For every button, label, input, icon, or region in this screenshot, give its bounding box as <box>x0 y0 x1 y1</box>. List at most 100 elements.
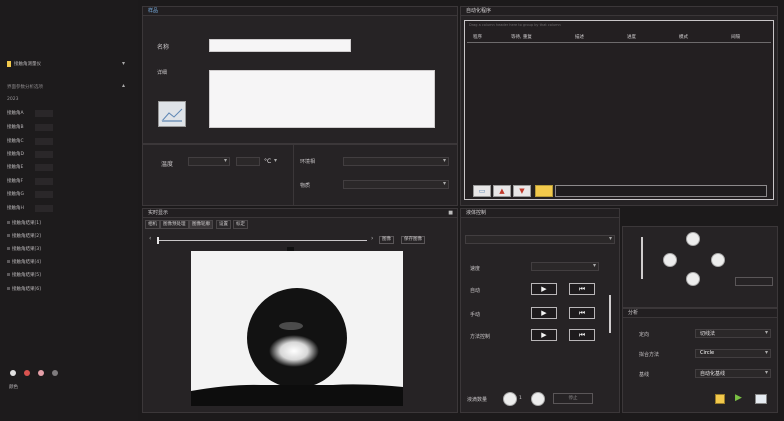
chevron-right-icon[interactable]: › <box>371 235 373 242</box>
zoom-slider[interactable] <box>641 237 643 279</box>
volume-slider[interactable] <box>609 295 611 333</box>
result-checkbox[interactable] <box>7 273 10 276</box>
result-row[interactable]: 接触角结果[6] <box>7 286 49 294</box>
move-up-button[interactable] <box>686 232 700 246</box>
capture-button[interactable]: 图像 <box>379 236 394 244</box>
up-arrow-icon[interactable]: ▲ <box>493 185 511 197</box>
result-checkbox[interactable] <box>7 287 10 290</box>
result-row[interactable]: 接触角结果[3] <box>7 246 49 254</box>
control-row-label: 方法控制 <box>470 334 491 340</box>
param-row[interactable]: 接触角G <box>7 191 53 199</box>
move-right-button[interactable] <box>711 253 725 267</box>
slider-handle[interactable] <box>157 237 159 244</box>
col-wait-repeat[interactable]: 等待, 重复 <box>511 34 532 40</box>
col-progress[interactable]: 进度 <box>627 34 636 40</box>
fit-select[interactable]: Circle <box>695 349 771 358</box>
result-checkbox[interactable] <box>7 247 10 250</box>
param-value-field[interactable] <box>35 191 53 198</box>
automation-header: 自动化程序 <box>461 7 777 16</box>
result-checkbox[interactable] <box>7 260 10 263</box>
move-down-button[interactable] <box>686 272 700 286</box>
param-value-field[interactable] <box>35 124 53 131</box>
chevron-up-icon[interactable]: ▴ <box>122 82 125 89</box>
param-row[interactable]: 接触角D <box>7 151 53 159</box>
program-name-field[interactable] <box>555 185 767 197</box>
yellow-action-icon[interactable] <box>715 394 725 404</box>
control-row-label: 速度 <box>470 266 481 272</box>
environment-phase-select[interactable] <box>343 157 449 166</box>
folder-icon[interactable] <box>535 185 553 197</box>
play-icon[interactable]: ▶ <box>531 329 557 341</box>
result-checkbox[interactable] <box>7 221 10 224</box>
color-dot-red[interactable] <box>24 370 30 376</box>
chevron-down-icon[interactable]: ▾ <box>122 60 125 67</box>
monitor-icon[interactable]: ▭ <box>473 185 491 197</box>
param-row[interactable]: 接触角F <box>7 178 53 186</box>
chevron-down-icon[interactable]: ▾ <box>274 157 277 164</box>
sample-image-icon[interactable] <box>158 101 186 127</box>
speed-select[interactable] <box>531 262 599 271</box>
param-row[interactable]: 接触角E <box>7 164 53 172</box>
skip-back-icon[interactable]: ⏮ <box>569 307 595 319</box>
position-field[interactable] <box>735 277 773 286</box>
tab-camera[interactable]: 相机 <box>145 220 160 229</box>
result-checkbox[interactable] <box>7 234 10 237</box>
play-icon[interactable]: ▶ <box>531 283 557 295</box>
droplet-image[interactable] <box>191 251 403 406</box>
close-icon[interactable]: ■ <box>448 210 453 216</box>
down-arrow-icon[interactable]: ▼ <box>513 185 531 197</box>
param-row[interactable]: 接触角H <box>7 205 53 213</box>
param-row[interactable]: 接触角B <box>7 124 53 132</box>
param-row[interactable]: 接触角A <box>7 110 53 118</box>
param-value-field[interactable] <box>35 205 53 212</box>
description-input[interactable] <box>209 70 435 128</box>
timeline-slider[interactable] <box>157 237 367 244</box>
tab-settings[interactable]: 设置 <box>216 220 231 229</box>
skip-back-icon[interactable]: ⏮ <box>569 329 595 341</box>
stop-button[interactable]: 停止 <box>553 393 593 404</box>
param-value-field[interactable] <box>35 110 53 117</box>
baseline-select[interactable]: 自动化基线 <box>695 369 771 378</box>
section-label: 界面参数分析选项 <box>7 85 43 90</box>
syringe-select[interactable] <box>465 235 615 244</box>
material-select[interactable] <box>343 180 449 189</box>
tab-contour[interactable]: 图像轮廓 <box>189 220 213 229</box>
param-value-field[interactable] <box>35 164 53 171</box>
col-description[interactable]: 描述 <box>575 34 584 40</box>
result-row[interactable]: 接触角结果[4] <box>7 259 49 267</box>
param-value-field[interactable] <box>35 138 53 145</box>
method-select[interactable]: 切线法 <box>695 329 771 338</box>
param-value-field[interactable] <box>35 178 53 185</box>
result-row[interactable]: 接触角结果[5] <box>7 272 49 280</box>
name-input[interactable] <box>209 39 351 52</box>
tab-preprocess[interactable]: 图像预处理 <box>160 220 189 229</box>
fit-value: Circle <box>700 350 715 356</box>
image-icon[interactable] <box>755 394 767 404</box>
col-mode[interactable]: 模式 <box>679 34 688 40</box>
device-label[interactable]: 接触角测量仪 <box>14 61 41 67</box>
col-interval[interactable]: 间隔 <box>731 34 740 40</box>
chevron-left-icon[interactable]: ‹ <box>149 235 151 242</box>
move-left-button[interactable] <box>663 253 677 267</box>
tab-calibration[interactable]: 标定 <box>233 220 248 229</box>
param-value-field[interactable] <box>35 151 53 158</box>
color-dot-white[interactable] <box>10 370 16 376</box>
dosing-toggle[interactable] <box>531 392 545 406</box>
dosing-toggle-on[interactable] <box>503 392 517 406</box>
automation-grid[interactable]: Drag a column header here to group by th… <box>464 20 774 200</box>
skip-back-icon[interactable]: ⏮ <box>569 283 595 295</box>
param-row[interactable]: 接触角C <box>7 138 53 146</box>
save-image-button[interactable]: 保存图像 <box>401 236 425 244</box>
color-dot-gray[interactable] <box>52 370 58 376</box>
baseline-value: 自动化基线 <box>700 371 726 377</box>
temperature-select[interactable] <box>188 157 230 166</box>
play-icon[interactable]: ▶ <box>531 307 557 319</box>
material-label: 物质 <box>300 183 311 189</box>
play-icon[interactable]: ▶ <box>735 393 742 403</box>
result-label: 接触角结果[4] <box>12 260 41 265</box>
temperature-value-field[interactable] <box>236 157 260 166</box>
color-dot-pink[interactable] <box>38 370 44 376</box>
result-row[interactable]: 接触角结果[2] <box>7 233 49 241</box>
result-row[interactable]: 接触角结果[1] <box>7 220 49 228</box>
col-program[interactable]: 程序 <box>473 34 482 40</box>
